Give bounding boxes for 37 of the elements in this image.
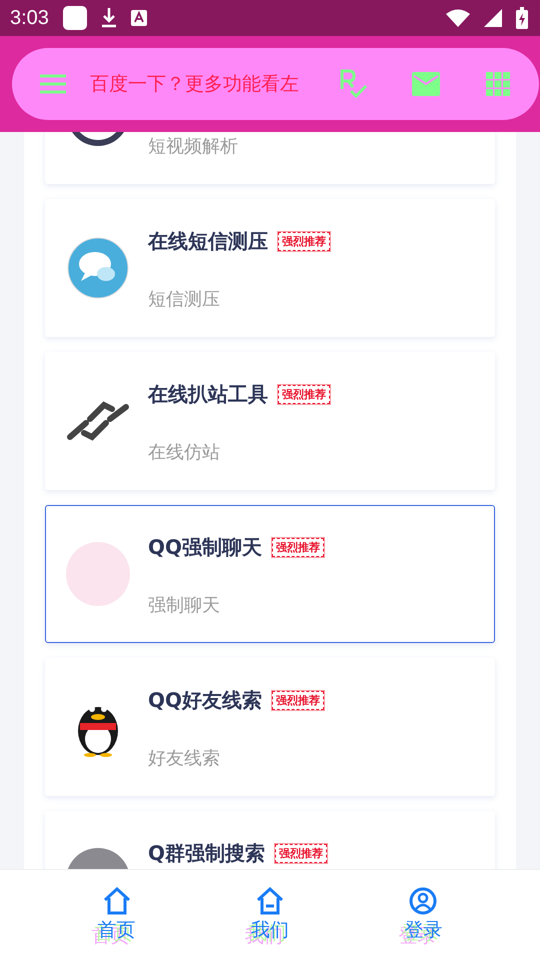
tool-subtitle: 好友线索: [148, 747, 221, 770]
tool-subtitle: 在线仿站: [148, 441, 221, 464]
app-notification-icon: [62, 6, 87, 30]
battery-icon: [516, 7, 528, 29]
nav-label: 登录: [404, 919, 442, 943]
nav-tab[interactable]: 我们: [242, 883, 297, 947]
tool-title: Q群强制搜索: [148, 840, 266, 866]
signal-icon: [484, 9, 502, 27]
tool-card[interactable]: 在线扒站工具 强烈推荐 在线仿站: [45, 352, 495, 490]
recommend-stamp: 强烈推荐: [275, 844, 328, 862]
tool-title: QQ好友线索: [148, 686, 262, 714]
tool-subtitle: 强制聊天: [148, 594, 221, 617]
download-icon: [100, 8, 117, 28]
tool-subtitle: 短信测压: [148, 288, 221, 311]
wifi-icon: [446, 9, 470, 27]
recommend-stamp: 强烈推荐: [272, 690, 324, 710]
tool-title: 在线扒站工具: [148, 380, 268, 408]
tool-card[interactable]: QQ好友线索 强烈推荐 好友线索: [45, 658, 495, 796]
home-icon: [254, 887, 285, 915]
status-time: 3:03: [10, 6, 49, 30]
tool-card[interactable]: 在线短信测压 强烈推荐 短信测压: [45, 199, 495, 337]
tool-title: QQ强制聊天: [148, 534, 262, 560]
font-icon: [130, 10, 147, 26]
tool-title: 在线短信测压: [148, 228, 268, 254]
home-icon: [102, 887, 132, 915]
user-icon: [409, 887, 438, 915]
nav-label: 首页: [98, 919, 136, 943]
nav-tab[interactable]: 首页: [90, 883, 144, 947]
recommend-stamp: 强烈推荐: [278, 232, 330, 250]
tool-card[interactable]: Q群强制搜索 强烈推荐: [45, 811, 495, 869]
tool-card[interactable]: QQ强制聊天 强烈推荐 强制聊天: [45, 505, 495, 643]
nav-label: 我们: [250, 919, 289, 943]
recommend-stamp: 强烈推荐: [278, 384, 330, 404]
tool-subtitle: 短视频解析: [148, 135, 238, 158]
nav-tab[interactable]: 登录: [396, 883, 450, 947]
chat-bubble-icon: [67, 237, 129, 299]
recommend-stamp: 强烈推荐: [272, 538, 324, 556]
